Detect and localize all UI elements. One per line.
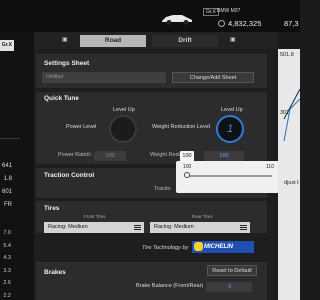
gear-value: 3.3	[3, 267, 11, 274]
brake-balance-label: Brake Balance (Front/Rear)	[136, 283, 204, 289]
credits-icon	[218, 20, 225, 27]
camera-icon[interactable]: ▣	[230, 37, 238, 43]
section-title: Brakes	[44, 269, 66, 276]
left-stats-list: 641 1.8 601 FR	[0, 160, 12, 212]
divider	[0, 138, 20, 139]
weight-ratio-value[interactable]: 100	[204, 151, 244, 161]
slider-handle[interactable]	[184, 172, 190, 178]
stat-value: 601	[1, 189, 12, 195]
gear-value: 2.2	[3, 292, 11, 299]
left-gear-list: 7.0 5.4 4.3 3.3 2.6 2.2	[0, 227, 11, 300]
camera-icon[interactable]: ▣	[62, 37, 70, 43]
front-tires-label: Front Tires	[84, 214, 106, 219]
brand-name: MICHELIN	[204, 244, 233, 250]
car-thumbnail-icon	[162, 15, 192, 25]
bibendum-icon	[194, 242, 203, 251]
rear-tires-label: Rear Tires	[192, 214, 213, 219]
tire-technology-text: Tire Technology by	[142, 245, 189, 251]
brake-balance-value[interactable]: -2	[206, 282, 252, 292]
sheet-name-field[interactable]: Untitled	[42, 72, 166, 83]
slider-current-value: 100	[180, 151, 194, 162]
menu-icon	[134, 225, 141, 230]
level-up-label: Level Up	[113, 107, 135, 113]
power-ratio-value[interactable]: 100	[94, 151, 126, 161]
weight-level-value: 1	[226, 123, 234, 135]
weight-reduction-label: Weight Reduction Level	[152, 124, 210, 130]
rear-tires-value: Racing: Medium	[154, 224, 194, 230]
stat-value: 1.8	[3, 176, 12, 182]
reset-default-button[interactable]: Reset to Default	[207, 265, 257, 276]
rear-tires-select[interactable]: Racing: Medium	[150, 222, 250, 233]
mileage-value: 87,3	[284, 19, 299, 28]
power-ratio-label: Power Ratio	[58, 152, 88, 158]
tab-bar: ▣ Road Drift ▣	[34, 32, 278, 49]
weight-level-dial[interactable]: 1	[216, 115, 244, 143]
power-level-dial[interactable]	[109, 115, 137, 143]
gear-value: 2.6	[3, 280, 11, 286]
tab-road[interactable]: Road	[80, 35, 146, 47]
traction-label: Tractio	[154, 186, 171, 192]
level-up-label: Level Up	[221, 107, 243, 113]
value-slider-popup	[176, 161, 279, 193]
slider-max-label: 110	[266, 164, 274, 170]
power-graph-panel	[278, 49, 300, 300]
power-level-label: Power Level	[66, 124, 97, 130]
slider-track[interactable]	[186, 175, 272, 177]
adjust-label: djust t	[284, 180, 299, 186]
gear-value: 4.3	[3, 255, 11, 261]
section-title: Quick Tune	[44, 95, 79, 102]
stat-value: 641	[1, 163, 12, 169]
menu-icon	[240, 225, 247, 230]
section-title: Traction Control	[44, 172, 95, 179]
power-curve-graph	[283, 88, 300, 142]
top-bar: Gr.X BMW M3? 4,832,325 87,3	[0, 0, 300, 32]
gear-value: 5.4	[3, 242, 11, 249]
section-title: Tires	[44, 205, 60, 212]
slider-min-label: 100	[183, 164, 192, 170]
tab-drift[interactable]: Drift	[152, 35, 218, 47]
section-title: Settings Sheet	[44, 60, 90, 67]
percent-unit: %	[87, 152, 92, 158]
gear-value: 7.0	[3, 230, 11, 236]
stat-value: FR	[4, 202, 12, 208]
credits-value: 4,832,325	[228, 19, 262, 28]
graph-secondary-value: 301	[280, 110, 290, 116]
car-name: BMW M3?	[217, 8, 241, 14]
graph-peak-value: 501.8	[280, 52, 294, 58]
car-class-button[interactable]: Gr.X	[0, 40, 14, 51]
front-tires-select[interactable]: Racing: Medium	[44, 222, 144, 233]
change-sheet-button[interactable]: Change/Add Sheet	[172, 72, 254, 83]
front-tires-value: Racing: Medium	[48, 224, 88, 230]
